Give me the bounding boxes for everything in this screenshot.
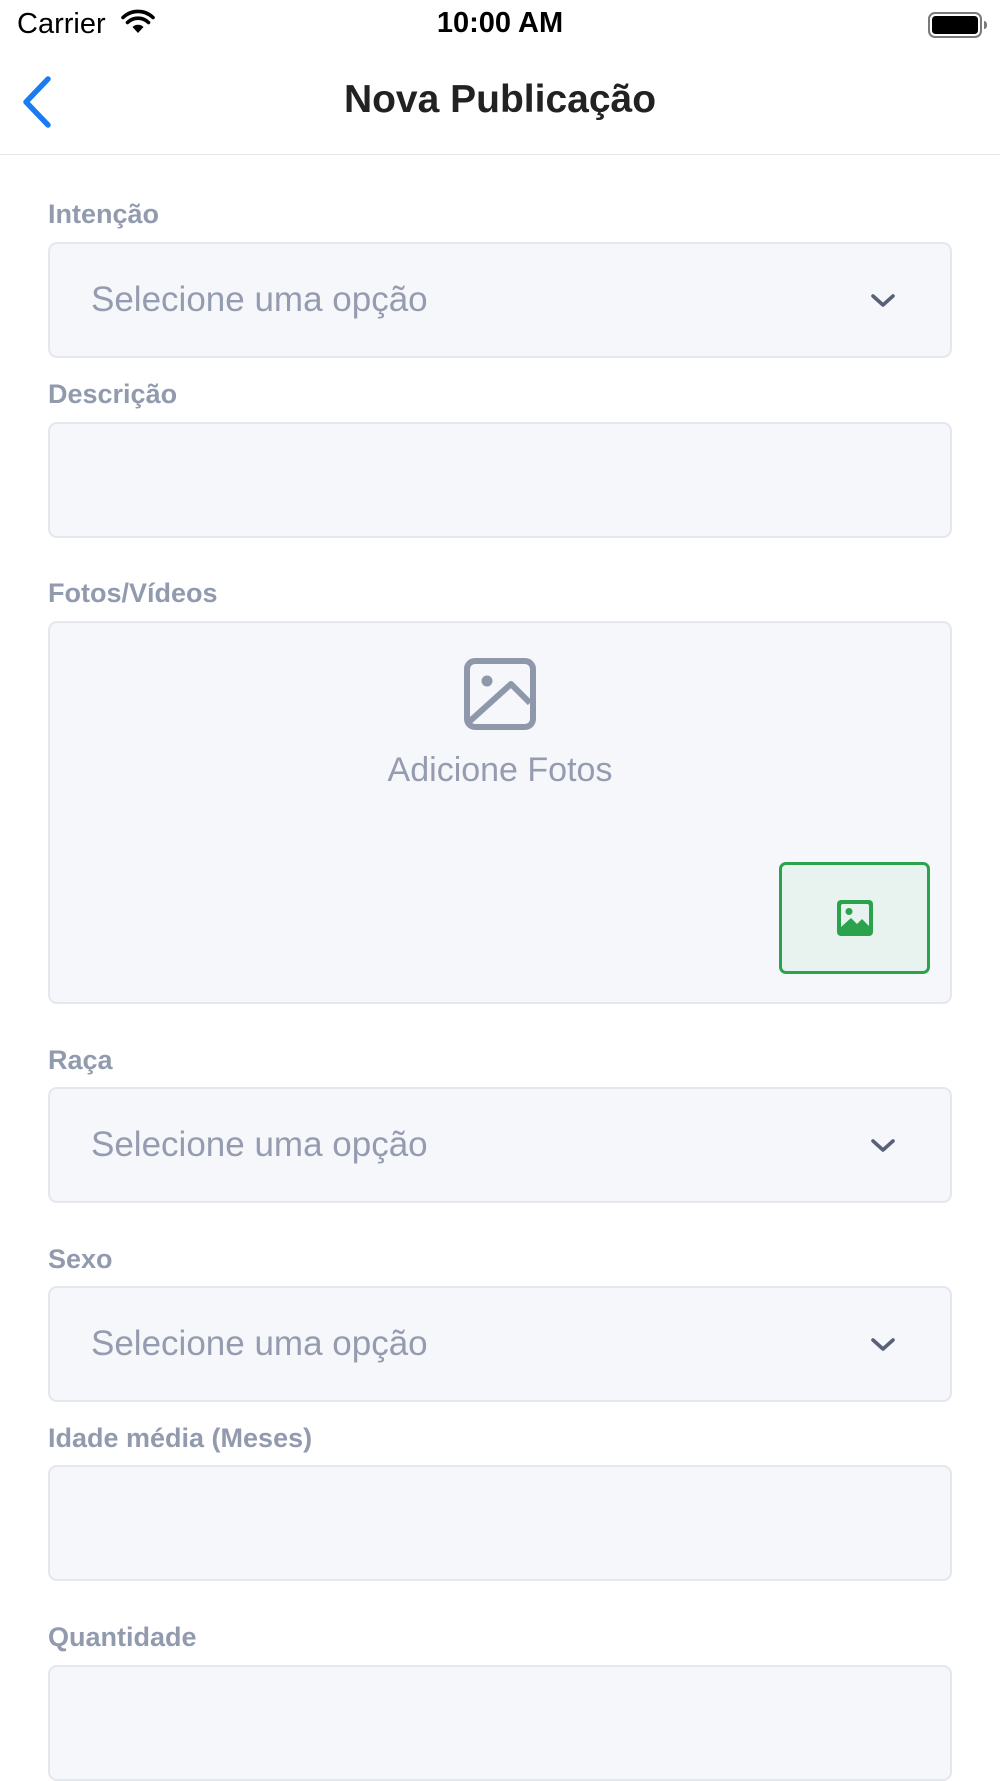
- clock: 10:00 AM: [436, 7, 564, 39]
- midia-label: Fotos/Vídeos: [48, 578, 218, 608]
- raca-label: Raça: [48, 1045, 113, 1075]
- chevron-down-icon: [871, 1139, 895, 1152]
- image-icon: [836, 900, 873, 936]
- raca-select-placeholder: Selecione uma opção: [91, 1125, 428, 1164]
- chevron-down-icon: [871, 294, 895, 307]
- intencao-label: Intenção: [48, 199, 160, 229]
- sexo-select[interactable]: Selecione uma opção: [48, 1286, 952, 1402]
- chevron-down-icon: [871, 1338, 895, 1351]
- intencao-select-placeholder: Selecione uma opção: [91, 280, 428, 319]
- sexo-label: Sexo: [48, 1244, 113, 1274]
- navigation-bar: Nova Publicação: [0, 50, 1000, 155]
- descricao-input[interactable]: [48, 422, 952, 538]
- add-photo-button[interactable]: [779, 862, 930, 974]
- battery-icon: [928, 12, 988, 43]
- intencao-select[interactable]: Selecione uma opção: [48, 242, 952, 358]
- idade-input[interactable]: [48, 1465, 952, 1581]
- raca-select[interactable]: Selecione uma opção: [48, 1087, 952, 1203]
- add-photos-text: Adicione Fotos: [387, 751, 613, 789]
- descricao-label: Descrição: [48, 379, 178, 409]
- quantidade-input[interactable]: [48, 1665, 952, 1781]
- status-bar: Carrier 10:00 AM: [0, 0, 1000, 50]
- quantidade-label: Quantidade: [48, 1622, 197, 1652]
- media-upload-area[interactable]: Adicione Fotos: [48, 621, 952, 1004]
- page-title: Nova Publicação: [343, 78, 657, 121]
- image-placeholder-icon: [464, 658, 536, 730]
- sexo-select-placeholder: Selecione uma opção: [91, 1324, 428, 1363]
- idade-label: Idade média (Meses): [48, 1423, 313, 1453]
